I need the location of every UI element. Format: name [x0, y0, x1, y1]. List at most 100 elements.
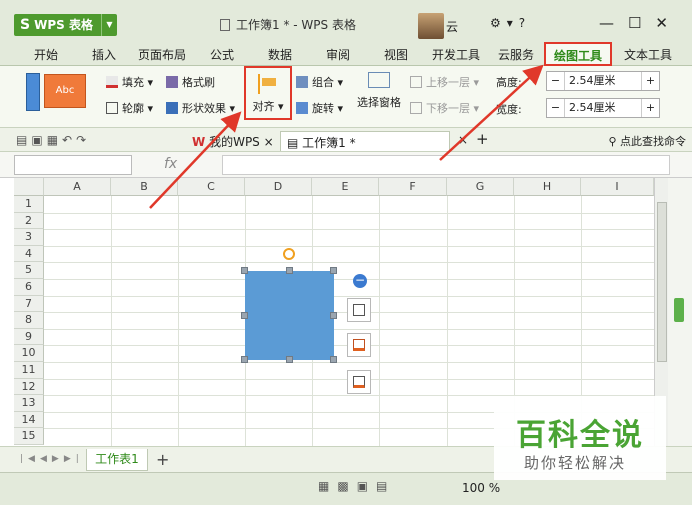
redo-icon[interactable]: ↷ — [76, 133, 90, 147]
tab-drawing-tools[interactable]: 绘图工具 — [544, 42, 613, 66]
first-sheet-icon[interactable]: |◀ — [20, 454, 40, 464]
width-increment[interactable]: + — [641, 99, 659, 117]
quick-access-icons[interactable]: ▤▣▦↶↷ — [16, 133, 90, 147]
settings-icon[interactable]: ⚙ — [490, 16, 507, 30]
resize-handle[interactable] — [241, 312, 248, 319]
select-all-corner[interactable] — [14, 178, 44, 196]
tab-workbook[interactable]: ▤ 工作簿1 * — [280, 131, 450, 151]
last-sheet-icon[interactable]: ▶| — [64, 454, 84, 464]
row-header[interactable]: 6 — [14, 279, 44, 296]
zoom-level[interactable]: 100 % — [462, 481, 500, 495]
bring-forward-button[interactable]: 上移一层 ▾ — [410, 74, 479, 90]
user-name[interactable]: 云 — [446, 18, 458, 35]
tab-data[interactable]: 数据 — [268, 46, 292, 63]
row-header[interactable]: 15 — [14, 428, 44, 445]
save-icon[interactable]: ▣ — [31, 133, 46, 147]
tab-review[interactable]: 审阅 — [326, 46, 350, 63]
scrollbar-thumb[interactable] — [657, 202, 667, 362]
shape-effects-button[interactable]: 形状效果 ▾ — [166, 100, 235, 116]
column-header[interactable]: G — [447, 178, 514, 196]
tab-cloud[interactable]: 云服务 — [498, 46, 534, 63]
selected-rectangle-shape[interactable] — [245, 271, 334, 360]
app-menu-button[interactable]: S WPS 表格 ▼ — [14, 14, 117, 36]
resize-handle[interactable] — [330, 312, 337, 319]
sidebar-toggle[interactable] — [674, 298, 684, 322]
row-header[interactable]: 8 — [14, 312, 44, 329]
height-field[interactable]: −2.54厘米 + — [546, 71, 660, 91]
tab-my-wps[interactable]: W 我的WPS × — [186, 131, 280, 151]
window-controls[interactable]: —☐✕ — [599, 14, 682, 32]
page-break-view-icon[interactable]: ▩ — [337, 479, 356, 493]
tab-insert[interactable]: 插入 — [92, 46, 116, 63]
close-icon[interactable]: × — [264, 135, 274, 149]
outline-button[interactable]: 轮廓 ▾ — [106, 100, 153, 116]
row-header[interactable]: 11 — [14, 362, 44, 379]
sheet-navigation[interactable]: |◀◀▶▶| — [20, 454, 84, 464]
tab-developer[interactable]: 开发工具 — [432, 46, 480, 63]
width-decrement[interactable]: − — [547, 99, 565, 117]
protect-icon[interactable]: ▤ — [376, 479, 395, 493]
row-header[interactable]: 14 — [14, 411, 44, 429]
group-button[interactable]: 组合 ▾ — [296, 74, 343, 90]
align-button[interactable]: 对齐 ▾ — [244, 66, 292, 120]
next-sheet-icon[interactable]: ▶ — [52, 454, 64, 464]
fill-button[interactable]: 填充 ▾ — [106, 74, 153, 90]
column-header[interactable]: F — [379, 178, 447, 196]
height-decrement[interactable]: − — [547, 72, 565, 90]
shirt-icon[interactable]: ▾ — [507, 16, 519, 30]
row-header[interactable]: 2 — [14, 212, 44, 230]
new-tab-button[interactable]: + — [470, 128, 495, 148]
undo-icon[interactable]: ↶ — [62, 133, 76, 147]
resize-handle[interactable] — [286, 267, 293, 274]
resize-handle[interactable] — [241, 267, 248, 274]
column-header[interactable]: B — [111, 178, 178, 196]
resize-handle[interactable] — [330, 267, 337, 274]
titlebar-tools[interactable]: ⚙▾? — [490, 16, 531, 30]
row-header[interactable]: 13 — [14, 395, 44, 412]
width-value[interactable]: 2.54厘米 — [565, 99, 641, 117]
column-header[interactable]: I — [581, 178, 654, 196]
tab-text-tools[interactable]: 文本工具 — [624, 46, 672, 63]
tab-home[interactable]: 开始 — [34, 46, 58, 63]
height-increment[interactable]: + — [641, 72, 659, 90]
open-folder-icon[interactable]: ▤ — [16, 133, 31, 147]
format-painter-button[interactable]: 格式刷 — [166, 74, 215, 90]
float-fill-button[interactable] — [347, 333, 371, 357]
row-header[interactable]: 4 — [14, 245, 44, 263]
row-header[interactable]: 1 — [14, 196, 44, 213]
reading-mode-icon[interactable]: ▣ — [357, 479, 376, 493]
resize-handle[interactable] — [241, 356, 248, 363]
help-icon[interactable]: ? — [519, 16, 531, 30]
normal-view-icon[interactable]: ▦ — [318, 479, 337, 493]
tab-page-layout[interactable]: 页面布局 — [138, 46, 186, 63]
selection-pane-button[interactable]: 选择窗格 — [356, 72, 402, 110]
chevron-down-icon[interactable]: ▼ — [101, 14, 117, 36]
view-mode-icons[interactable]: ▦▩▣▤ — [318, 479, 395, 493]
tab-formulas[interactable]: 公式 — [210, 46, 234, 63]
row-header[interactable]: 12 — [14, 378, 44, 396]
row-header[interactable]: 7 — [14, 295, 44, 313]
float-style-button[interactable] — [347, 298, 371, 322]
formula-input[interactable] — [222, 155, 670, 175]
add-sheet-button[interactable]: + — [156, 450, 169, 469]
column-header[interactable]: E — [312, 178, 379, 196]
send-backward-button[interactable]: 下移一层 ▾ — [410, 100, 479, 116]
name-box[interactable] — [14, 155, 132, 175]
float-outline-button[interactable] — [347, 370, 371, 394]
minimize-icon[interactable]: — — [599, 14, 628, 32]
prev-sheet-icon[interactable]: ◀ — [40, 454, 52, 464]
print-icon[interactable]: ▦ — [47, 133, 62, 147]
row-header[interactable]: 5 — [14, 262, 44, 279]
tab-view[interactable]: 视图 — [384, 46, 408, 63]
column-header[interactable]: A — [44, 178, 111, 196]
shape-style-preview[interactable] — [26, 73, 40, 111]
row-header[interactable]: 10 — [14, 345, 44, 362]
height-value[interactable]: 2.54厘米 — [565, 72, 641, 90]
row-header[interactable]: 9 — [14, 328, 44, 346]
command-search[interactable]: ⚲ 点此查找命令 — [608, 133, 686, 149]
column-header[interactable]: C — [178, 178, 245, 196]
column-header[interactable]: H — [514, 178, 581, 196]
row-header[interactable]: 3 — [14, 229, 44, 246]
avatar[interactable] — [418, 13, 444, 39]
width-field[interactable]: −2.54厘米 + — [546, 98, 660, 118]
